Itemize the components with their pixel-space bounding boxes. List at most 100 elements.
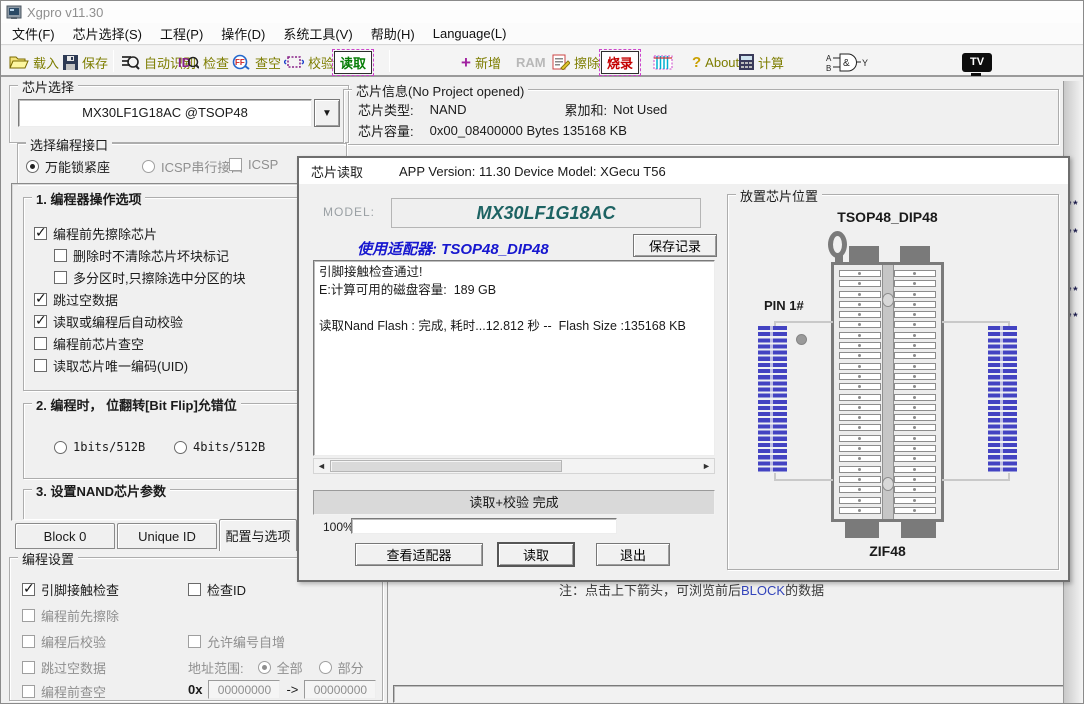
operation-status: 读取+校验 完成 xyxy=(313,490,715,515)
radio-1bit[interactable]: 1bits/512B xyxy=(54,440,145,454)
log-horizontal-scrollbar[interactable]: ◄ ► xyxy=(313,458,715,474)
socket-slot xyxy=(894,404,936,411)
log-output[interactable]: 引脚接触检查通过! E:计算可用的磁盘容量: 189 GB 读取Nand Fla… xyxy=(313,260,715,456)
blank-check-button[interactable]: FF 查空 xyxy=(231,50,281,74)
option-checkbox-row[interactable]: 编程前先擦除芯片 xyxy=(34,222,338,244)
socket-slot xyxy=(839,301,881,308)
socket-slot xyxy=(839,466,881,473)
chip-select-combobox[interactable]: MX30LF1G18AC @TSOP48 xyxy=(18,99,312,127)
chip-info-group-label: 芯片信息(No Project opened) xyxy=(352,81,528,100)
option-label: 跳过空数据 xyxy=(53,290,118,309)
about-button[interactable]: ? About xyxy=(692,50,739,74)
socket-bottom-tab xyxy=(901,522,936,538)
title-bar: Xgpro v11.30 xyxy=(1,1,1083,23)
menu-item[interactable]: 帮助(H) xyxy=(362,22,424,45)
chip-select-dropdown-button[interactable]: ▼ xyxy=(314,99,340,127)
checkbox-icon xyxy=(22,583,35,596)
radio-addr-part xyxy=(319,661,332,674)
add-chip-button[interactable]: + 新增 xyxy=(461,50,501,74)
option-checkbox-row[interactable]: 读取芯片唯一编码(UID) xyxy=(34,354,338,376)
block-browse-note: 注：点击上下箭头，可浏览前后BLOCK的数据 xyxy=(559,580,824,599)
scroll-left-arrow[interactable]: ◄ xyxy=(314,459,329,473)
pcb-outline xyxy=(942,321,1010,323)
menu-item[interactable]: Language(L) xyxy=(424,24,516,43)
dialog-read-button[interactable]: 读取 xyxy=(497,542,575,567)
dialog-exit-button[interactable]: 退出 xyxy=(596,543,670,566)
tv-out-button[interactable]: TV xyxy=(962,50,992,74)
erase-button[interactable]: 擦除 xyxy=(552,50,600,74)
socket-bottom-tab xyxy=(845,522,879,538)
chip-select-group-label: 芯片选择 xyxy=(18,77,78,96)
option-checkbox-row[interactable]: 多分区时,只擦除选中分区的块 xyxy=(54,266,338,288)
check-id-button[interactable]: ID 检查 xyxy=(178,50,229,74)
menu-item[interactable]: 文件(F) xyxy=(3,22,64,45)
menu-item[interactable]: 系统工具(V) xyxy=(274,22,361,45)
chip-test-button[interactable] xyxy=(652,50,674,74)
zif-label: ZIF48 xyxy=(831,543,944,559)
checkbox-pin-check[interactable]: 引脚接触检查 xyxy=(22,580,119,599)
dialog-title: 芯片读取 xyxy=(311,162,363,181)
checkbox-check-id[interactable]: 检查ID xyxy=(188,580,246,599)
checkbox-icon xyxy=(188,635,201,648)
load-button[interactable]: 载入 xyxy=(9,50,59,74)
save-record-button[interactable]: 保存记录 xyxy=(633,234,717,257)
verify-button[interactable]: 校验 xyxy=(284,50,334,74)
pin1-label: PIN 1# xyxy=(764,298,804,313)
option-checkbox-row[interactable]: 跳过空数据 xyxy=(34,288,338,310)
erase-icon xyxy=(552,54,570,70)
menu-item[interactable]: 芯片选择(S) xyxy=(64,22,151,45)
checkbox-icon xyxy=(22,609,35,622)
checkbox-icon xyxy=(229,158,242,171)
svg-text:A: A xyxy=(826,54,832,63)
floppy-icon xyxy=(63,55,78,70)
logic-test-button[interactable]: AB&Y xyxy=(826,50,868,74)
checkbox-verify-after: 编程后校验 xyxy=(22,632,106,651)
question-icon: ? xyxy=(692,54,701,71)
tab-block0[interactable]: Block 0 xyxy=(15,523,115,549)
socket-slot xyxy=(894,270,936,277)
view-adapter-button[interactable]: 查看适配器 xyxy=(355,543,483,566)
verify-chip-icon xyxy=(284,54,304,70)
option-checkbox-row[interactable]: 编程前芯片查空 xyxy=(34,332,338,354)
menu-item[interactable]: 操作(D) xyxy=(212,22,274,45)
scroll-right-arrow[interactable]: ► xyxy=(699,459,714,473)
socket-slot xyxy=(894,486,936,493)
radio-4bit[interactable]: 4bits/512B xyxy=(174,440,265,454)
save-button[interactable]: 保存 xyxy=(63,50,108,74)
menu-item[interactable]: 工程(P) xyxy=(151,22,212,45)
burn-button[interactable]: 烧录 xyxy=(601,50,639,74)
socket-slot xyxy=(839,270,881,277)
programmer-options-list: 编程前先擦除芯片删除时不清除芯片坏块标记多分区时,只擦除选中分区的块跳过空数据读… xyxy=(34,222,338,376)
tab-config-options[interactable]: 配置与选项 xyxy=(219,519,297,551)
bottom-status-field xyxy=(393,685,1077,703)
option-checkbox-row[interactable]: 读取或编程后自动校验 xyxy=(34,310,338,332)
socket-slot xyxy=(894,352,936,359)
socket-slot xyxy=(839,424,881,431)
app-window: Xgpro v11.30 文件(F)芯片选择(S)工程(P)操作(D)系统工具(… xyxy=(0,0,1084,704)
tab-unique-id[interactable]: Unique ID xyxy=(117,523,217,549)
socket-slot xyxy=(894,301,936,308)
scrollbar-thumb[interactable] xyxy=(330,460,562,472)
pin1-dot xyxy=(796,334,807,345)
read-button[interactable]: 读取 xyxy=(334,50,372,74)
calc-button[interactable]: 计算 xyxy=(739,50,784,74)
socket-slot xyxy=(894,383,936,390)
logic-gate-icon: AB&Y xyxy=(826,52,868,72)
socket-slot xyxy=(839,311,881,318)
chevron-down-icon: ▼ xyxy=(322,108,332,119)
pcb-outline xyxy=(774,321,833,323)
checkbox-icon xyxy=(34,337,47,350)
socket-slot xyxy=(839,352,881,359)
socket-slot xyxy=(839,394,881,401)
option-label: 删除时不清除芯片坏块标记 xyxy=(73,246,229,265)
socket-slot xyxy=(894,373,936,380)
option-checkbox-row[interactable]: 删除时不清除芯片坏块标记 xyxy=(54,244,338,266)
checkbox-erase-first: 编程前先擦除 xyxy=(22,606,119,625)
nand-params-group: 3. 设置NAND芯片参数 xyxy=(23,489,341,519)
dialog-title-bar[interactable]: 芯片读取 APP Version: 11.30 Device Model: XG… xyxy=(299,158,1068,184)
checksum-label: 累加和: xyxy=(564,100,607,119)
radio-universal-socket[interactable]: 万能锁紧座 xyxy=(26,157,110,176)
socket-slot xyxy=(839,486,881,493)
toolbar-separator xyxy=(389,50,390,72)
radio-icon xyxy=(26,160,39,173)
